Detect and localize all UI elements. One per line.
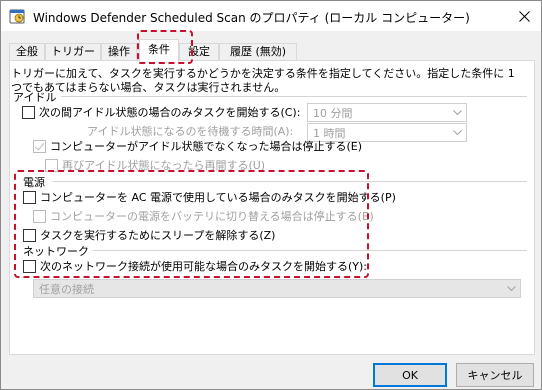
power-network-highlight (14, 170, 369, 278)
idle-duration-value: 10 分間 (313, 106, 353, 120)
tab-general[interactable]: 全般 (9, 43, 45, 61)
idle-section-label: アイドル (13, 91, 57, 104)
start-only-if-idle-label: 次の間アイドル状態の場合のみタスクを開始する(C): (39, 106, 301, 119)
chevron-down-icon (448, 110, 466, 115)
ok-button[interactable]: OK (373, 363, 447, 387)
stop-if-not-idle-checkbox[interactable] (33, 139, 46, 153)
properties-window: Windows Defender Scheduled Scan のプロパティ (… (0, 0, 542, 390)
task-scheduler-icon (9, 8, 25, 24)
close-icon (518, 10, 530, 22)
tab-actions[interactable]: 操作 (101, 43, 137, 61)
close-button[interactable] (507, 1, 541, 31)
tab-strip: 全般 トリガー 操作 条件 設定 履歴 (無効) (9, 39, 535, 62)
idle-divider (61, 96, 527, 97)
stop-if-not-idle-label: コンピューターがアイドル状態でなくなった場合は停止する(E) (50, 140, 362, 153)
network-connection-value: 任意の接続 (39, 282, 94, 296)
wait-idle-label: アイドル状態になるのを待機する時間(A): (87, 125, 294, 138)
wait-idle-row: アイドル状態になるのを待機する時間(A): (87, 123, 293, 139)
conditions-description: トリガーに加えて、タスクを実行するかどうかを決定する条件を指定してください。指定… (11, 67, 515, 94)
chevron-down-icon (448, 130, 466, 135)
start-only-if-idle-checkbox[interactable] (22, 105, 35, 119)
network-connection-select: 任意の接続 (33, 279, 521, 298)
tab-triggers[interactable]: トリガー (45, 43, 101, 61)
cancel-button[interactable]: キャンセル (456, 363, 534, 387)
chevron-down-icon (502, 286, 520, 291)
title-bar[interactable]: Windows Defender Scheduled Scan のプロパティ (… (1, 1, 541, 31)
window-title: Windows Defender Scheduled Scan のプロパティ (… (33, 11, 470, 25)
stop-if-not-idle-row: コンピューターがアイドル状態でなくなった場合は停止する(E) (33, 138, 362, 154)
tab-history[interactable]: 履歴 (無効) (219, 43, 297, 61)
tab-conditions[interactable]: 条件 (139, 39, 179, 62)
idle-duration-select: 10 分間 (307, 103, 467, 122)
start-only-if-idle-row: 次の間アイドル状態の場合のみタスクを開始する(C): (22, 104, 300, 120)
